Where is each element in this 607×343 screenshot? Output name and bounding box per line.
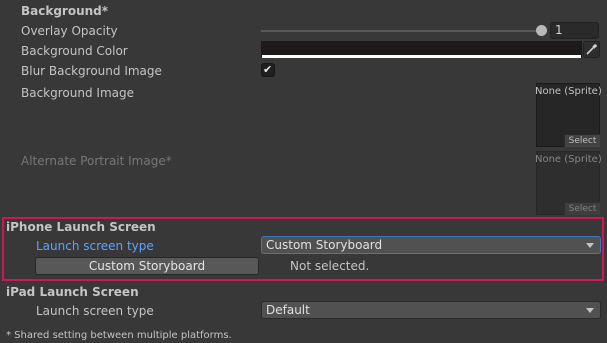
ipad-launch-screen-type-label: Launch screen type: [36, 304, 154, 318]
background-color-alpha-bar: [262, 55, 581, 58]
overlay-opacity-label: Overlay Opacity: [21, 24, 118, 38]
background-image-sprite-field[interactable]: None (Sprite) Select: [535, 83, 602, 147]
caret-down-icon: [586, 308, 594, 313]
custom-storyboard-button[interactable]: Custom Storyboard: [35, 257, 259, 275]
alternate-portrait-image-label: Alternate Portrait Image*: [21, 154, 172, 168]
blur-background-image-label: Blur Background Image: [21, 64, 162, 78]
ipad-launch-screen-type-dropdown[interactable]: Default: [261, 301, 601, 319]
alternate-portrait-image-sprite-field: None (Sprite) Select: [535, 151, 602, 215]
overlay-opacity-slider-thumb[interactable]: [536, 25, 547, 36]
iphone-launch-screen-type-value: Custom Storyboard: [266, 238, 383, 252]
iphone-launch-screen-type-dropdown[interactable]: Custom Storyboard: [261, 236, 601, 254]
ipad-launch-screen-type-value: Default: [266, 303, 310, 317]
background-section-header: Background*: [21, 4, 109, 18]
storyboard-status-text: Not selected.: [290, 259, 370, 273]
alternate-portrait-image-none-text: None (Sprite): [535, 154, 602, 165]
iphone-launch-screen-header: iPhone Launch Screen: [6, 220, 156, 234]
background-color-label: Background Color: [21, 44, 128, 58]
eyedropper-button[interactable]: [583, 41, 600, 58]
alternate-portrait-image-select-button: Select: [564, 202, 600, 215]
overlay-opacity-slider-track[interactable]: [261, 30, 543, 32]
background-image-label: Background Image: [21, 86, 134, 100]
blur-background-image-checkbox[interactable]: ✔: [261, 63, 275, 77]
background-image-none-text: None (Sprite): [535, 86, 602, 97]
iphone-launch-screen-type-label: Launch screen type: [36, 239, 154, 253]
overlay-opacity-input[interactable]: 1: [550, 22, 599, 39]
ipad-launch-screen-header: iPad Launch Screen: [6, 285, 139, 299]
caret-down-icon: [586, 243, 594, 248]
checkmark-icon: ✔: [263, 63, 273, 76]
background-image-select-button[interactable]: Select: [564, 134, 600, 147]
shared-setting-footnote: * Shared setting between multiple platfo…: [6, 330, 232, 341]
eyedropper-icon: [586, 44, 597, 55]
